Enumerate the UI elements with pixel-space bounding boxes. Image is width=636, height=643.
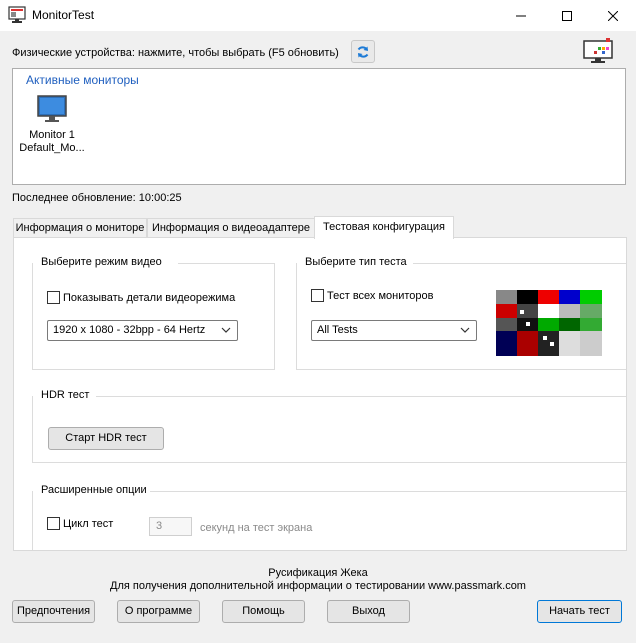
close-button[interactable]	[590, 0, 636, 31]
credit-text: Русификация Жека	[268, 567, 368, 579]
seconds-label: секунд на тест экрана	[200, 522, 313, 534]
window-title: MonitorTest	[32, 8, 95, 22]
monitor-label: Monitor 1 Default_Mo...	[16, 129, 88, 155]
active-monitors-panel: Активные мониторы Monitor 1 Default_Mo..…	[12, 68, 626, 185]
test-all-monitors-checkbox[interactable]: Тест всех мониторов	[311, 289, 433, 302]
refresh-icon	[357, 45, 369, 58]
test-type-value: All Tests	[317, 324, 358, 336]
maximize-button[interactable]	[544, 0, 590, 31]
active-monitors-legend: Активные мониторы	[26, 73, 139, 87]
test-config-panel: Выберите режим видео Показывать детали в…	[13, 237, 627, 551]
chevron-down-icon	[460, 327, 470, 333]
refresh-button[interactable]	[351, 40, 375, 63]
monitor-icon	[37, 95, 67, 122]
tab-test-config[interactable]: Тестовая конфигурация	[314, 216, 454, 239]
monitor-subname: Default_Mo...	[19, 142, 85, 154]
start-hdr-test-button[interactable]: Старт HDR тест	[48, 427, 164, 450]
show-video-details-label: Показывать детали видеорежима	[63, 291, 236, 304]
seconds-input[interactable]: 3	[149, 517, 192, 536]
close-icon	[608, 10, 618, 21]
help-button[interactable]: Помощь	[222, 600, 305, 623]
test-type-title: Выберите тип теста	[303, 256, 409, 268]
test-all-monitors-label: Тест всех мониторов	[327, 289, 434, 302]
preferences-button[interactable]: Предпочтения	[12, 600, 95, 623]
last-update-label: Последнее обновление: 10:00:25	[12, 192, 182, 204]
loop-test-checkbox[interactable]: Цикл тест	[47, 517, 113, 530]
checkbox-box[interactable]	[47, 517, 60, 530]
app-icon	[8, 6, 26, 23]
test-type-select[interactable]: All Tests	[311, 320, 477, 341]
group-divider	[96, 396, 626, 397]
start-test-button[interactable]: Начать тест	[537, 600, 622, 623]
checkbox-box[interactable]	[311, 289, 324, 302]
info-text: Для получения дополнительной информации …	[110, 580, 526, 592]
checkbox-box[interactable]	[47, 291, 60, 304]
loop-test-label: Цикл тест	[63, 517, 114, 530]
hdr-title: HDR тест	[39, 389, 92, 401]
tab-monitor-info[interactable]: Информация о мониторе	[13, 218, 147, 238]
video-mode-select[interactable]: 1920 x 1080 - 32bpp - 64 Hertz	[47, 320, 238, 341]
advanced-options-title: Расширенные опции	[39, 484, 149, 496]
maximize-icon	[562, 10, 572, 21]
test-pattern-preview	[496, 290, 602, 356]
minimize-icon	[516, 15, 526, 16]
video-mode-title: Выберите режим видео	[39, 256, 164, 268]
physical-devices-label: Физические устройства: нажмите, чтобы вы…	[12, 47, 339, 59]
exit-button[interactable]: Выход	[327, 600, 410, 623]
video-mode-value: 1920 x 1080 - 32bpp - 64 Hertz	[53, 324, 206, 336]
video-mode-group: Выберите режим видео	[32, 256, 275, 370]
about-button[interactable]: О программе	[117, 600, 200, 623]
monitor-name: Monitor 1	[29, 129, 75, 141]
passmark-logo-icon	[583, 38, 613, 63]
chevron-down-icon	[221, 327, 231, 333]
tab-video-adapter-info[interactable]: Информация о видеоадаптере	[147, 218, 315, 238]
title-bar: MonitorTest	[0, 0, 636, 31]
group-divider	[150, 491, 626, 492]
show-video-details-checkbox[interactable]: Показывать детали видеорежима	[47, 291, 235, 304]
group-divider	[178, 263, 274, 264]
group-divider	[413, 263, 626, 264]
minimize-button[interactable]	[498, 0, 544, 31]
advanced-options-group: Расширенные опции	[32, 484, 626, 550]
